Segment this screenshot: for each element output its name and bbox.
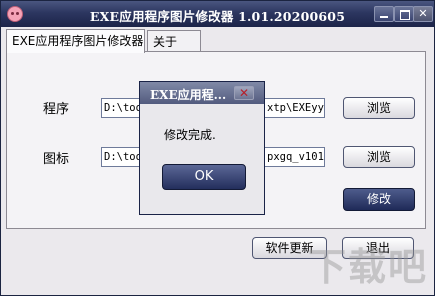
window-title: EXE应用程序图片修改器 1.01.20200605	[89, 9, 346, 24]
dialog-message: 修改完成.	[164, 128, 216, 142]
tab-main[interactable]: EXE应用程序图片修改器	[6, 29, 145, 53]
browse-icon-button[interactable]: 浏览	[343, 146, 415, 168]
program-label: 程序	[43, 102, 70, 117]
dialog-close-button[interactable]: ✕	[234, 86, 254, 100]
program-path-field-right[interactable]: xtp\EXEyyc	[265, 98, 325, 118]
icon-label: 图标	[43, 152, 70, 167]
maximize-icon	[400, 10, 410, 20]
message-dialog: EXE应用程... ✕ 修改完成. OK	[139, 81, 265, 215]
minimize-button[interactable]	[374, 6, 394, 22]
maximize-button[interactable]	[394, 6, 414, 22]
minimize-icon	[380, 16, 388, 18]
close-button[interactable]: ✕	[413, 6, 433, 22]
modify-button[interactable]: 修改	[343, 188, 415, 211]
main-window: EXE应用程序图片修改器 1.01.20200605 ✕ EXE应用程序图片修改…	[0, 0, 435, 296]
dialog-title-bar[interactable]: EXE应用程... ✕	[140, 82, 264, 104]
close-icon: ✕	[238, 86, 250, 100]
ok-button[interactable]: OK	[162, 164, 246, 190]
dialog-title: EXE应用程...	[150, 88, 227, 102]
close-icon: ✕	[418, 7, 428, 20]
watermark: 下载吧	[307, 245, 428, 289]
icon-path-field-right[interactable]: pxgq_v101.	[265, 147, 325, 167]
icon-path-field-left[interactable]: D:\tool	[101, 147, 141, 167]
program-path-field-left[interactable]: D:\tool	[101, 98, 141, 118]
browse-program-button[interactable]: 浏览	[343, 97, 415, 119]
tab-about[interactable]: 关于	[147, 30, 201, 51]
title-bar[interactable]: EXE应用程序图片修改器 1.01.20200605 ✕	[1, 1, 434, 27]
